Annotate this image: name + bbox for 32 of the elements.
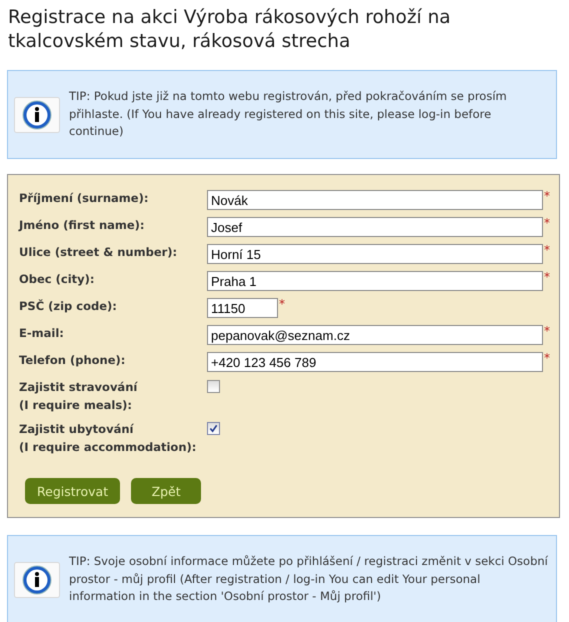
input-field[interactable]: Josef	[207, 217, 543, 237]
field-label: Zajistit ubytování (I require accommodation):	[19, 421, 198, 456]
checkbox[interactable]	[207, 422, 220, 435]
field-label: Zajistit stravování (I require meals):	[19, 379, 139, 414]
required-mark: *	[544, 190, 550, 202]
input-field[interactable]: Praha 1	[207, 271, 543, 291]
info-icon	[14, 96, 60, 132]
field-label: Jméno (first name):	[19, 217, 146, 234]
input-field[interactable]: Novák	[207, 190, 543, 210]
required-mark: *	[279, 298, 285, 310]
field-label: E-mail:	[19, 325, 65, 342]
input-field[interactable]: pepanovak@seznam.cz	[207, 325, 543, 345]
required-mark: *	[544, 325, 550, 337]
field-label: Telefon (phone):	[19, 352, 126, 369]
field-label: Obec (city):	[19, 271, 96, 288]
tip-text: TIP: Svoje osobní informace můžete po přihlášení / registraci změnit v sekci Osobní prostor - můj profil (After registration / log-in You can edit Your personal information in the section 'Osobní prostor - Můj profil')	[69, 553, 548, 606]
required-mark: *	[544, 244, 550, 256]
info-icon	[14, 562, 60, 598]
page-title: Registrace na akci Výroba rákosových rohoží na tkalcovském stavu, rákosová strecha	[7, 6, 452, 54]
input-field[interactable]: 11150	[207, 298, 278, 318]
input-field[interactable]: +420 123 456 789	[207, 352, 543, 372]
field-label: PSČ (zip code):	[19, 298, 118, 315]
required-mark: *	[544, 271, 550, 283]
tip-text: TIP: Pokud jste již na tomto webu registrován, před pokračováním se prosím přihlaste. (If You have already registered on this site, please log-in before continue)	[69, 88, 508, 140]
field-label: Ulice (street & number):	[19, 244, 178, 261]
required-mark: *	[544, 352, 550, 364]
form-button[interactable]: Registrovat	[25, 478, 120, 504]
required-mark: *	[544, 217, 550, 229]
input-field[interactable]: Horní 15	[207, 244, 543, 264]
form-button[interactable]: Zpět	[131, 478, 202, 504]
field-label: Příjmení (surname):	[19, 190, 150, 207]
checkbox[interactable]	[207, 380, 220, 393]
